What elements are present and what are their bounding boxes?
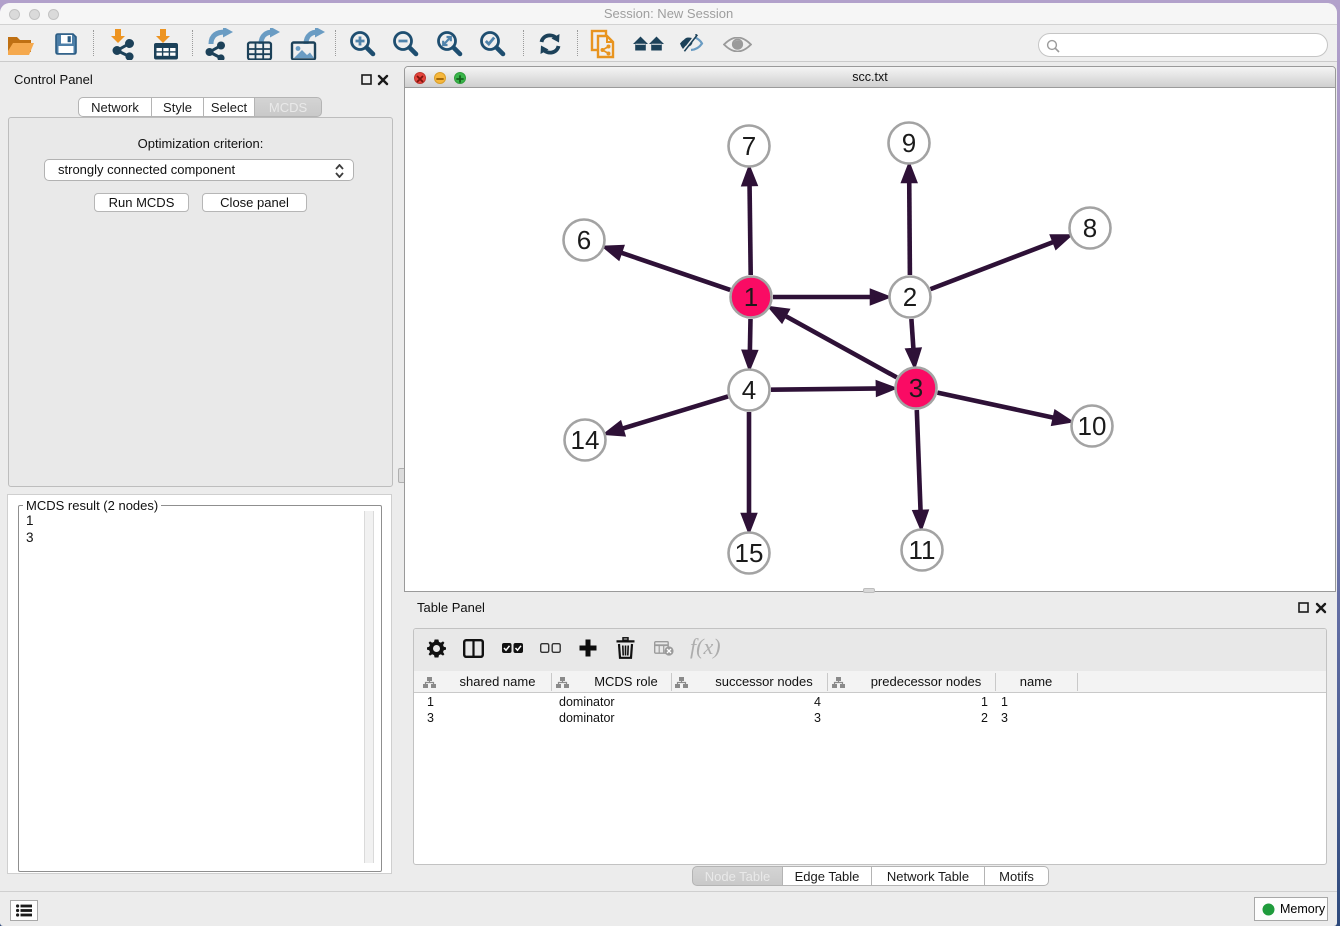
svg-text:1: 1: [744, 282, 758, 312]
svg-text:3: 3: [909, 373, 923, 403]
svg-text:14: 14: [571, 425, 600, 455]
svg-text:7: 7: [742, 131, 756, 161]
svg-text:4: 4: [742, 375, 756, 405]
svg-text:2: 2: [903, 282, 917, 312]
svg-text:6: 6: [577, 225, 591, 255]
svg-text:15: 15: [735, 538, 764, 568]
svg-text:9: 9: [902, 128, 916, 158]
svg-text:10: 10: [1078, 411, 1107, 441]
svg-text:11: 11: [909, 535, 936, 565]
svg-text:8: 8: [1083, 213, 1097, 243]
